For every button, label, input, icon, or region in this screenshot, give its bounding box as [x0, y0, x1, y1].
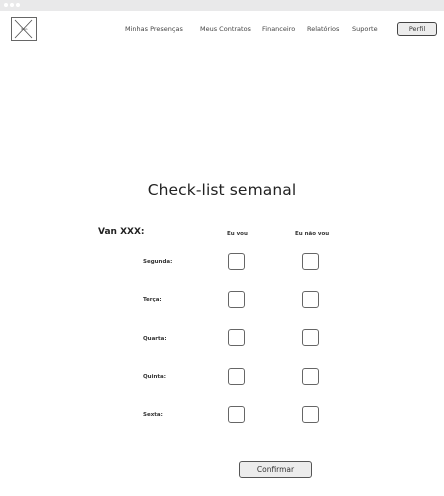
- column-header-eu-nao-vou: Eu não vou: [295, 231, 330, 237]
- checkbox-sexta-eu-nao-vou[interactable]: [302, 406, 319, 423]
- van-label: Van XXX:: [98, 227, 145, 237]
- checkbox-sexta-eu-vou[interactable]: [228, 406, 245, 423]
- page-title: Check-list semanal: [147, 181, 297, 199]
- checkbox-terca-eu-vou[interactable]: [228, 291, 245, 308]
- checkbox-terca-eu-nao-vou[interactable]: [302, 291, 319, 308]
- nav-financeiro[interactable]: Financeiro: [262, 25, 295, 34]
- nav-suporte[interactable]: Suporte: [352, 25, 378, 34]
- day-label-sexta: Sexta:: [143, 412, 163, 418]
- column-header-eu-vou: Eu vou: [227, 231, 248, 237]
- day-label-terca: Terça:: [143, 297, 162, 303]
- confirm-button[interactable]: Confirmar: [239, 461, 312, 478]
- nav-relatorios[interactable]: Relatórios: [307, 25, 339, 34]
- nav-meus-contratos[interactable]: Meus Contratos: [200, 25, 251, 34]
- checkbox-segunda-eu-vou[interactable]: [228, 253, 245, 270]
- window-dot-icon: [16, 3, 20, 7]
- logo-text: logo: [21, 27, 28, 31]
- window-dot-icon: [10, 3, 14, 7]
- window-dot-icon: [4, 3, 8, 7]
- day-label-quarta: Quarta:: [143, 336, 167, 342]
- checkbox-quinta-eu-vou[interactable]: [228, 368, 245, 385]
- profile-button[interactable]: Perfil: [397, 22, 437, 36]
- checkbox-quarta-eu-nao-vou[interactable]: [302, 329, 319, 346]
- checkbox-segunda-eu-nao-vou[interactable]: [302, 253, 319, 270]
- nav-minhas-presencas[interactable]: Minhas Presenças: [125, 25, 183, 34]
- checkbox-quarta-eu-vou[interactable]: [228, 329, 245, 346]
- checkbox-quinta-eu-nao-vou[interactable]: [302, 368, 319, 385]
- day-label-quinta: Quinta:: [143, 374, 166, 380]
- window-chrome-bar: [0, 0, 444, 11]
- day-label-segunda: Segunda:: [143, 259, 173, 265]
- logo-placeholder[interactable]: logo: [11, 17, 37, 41]
